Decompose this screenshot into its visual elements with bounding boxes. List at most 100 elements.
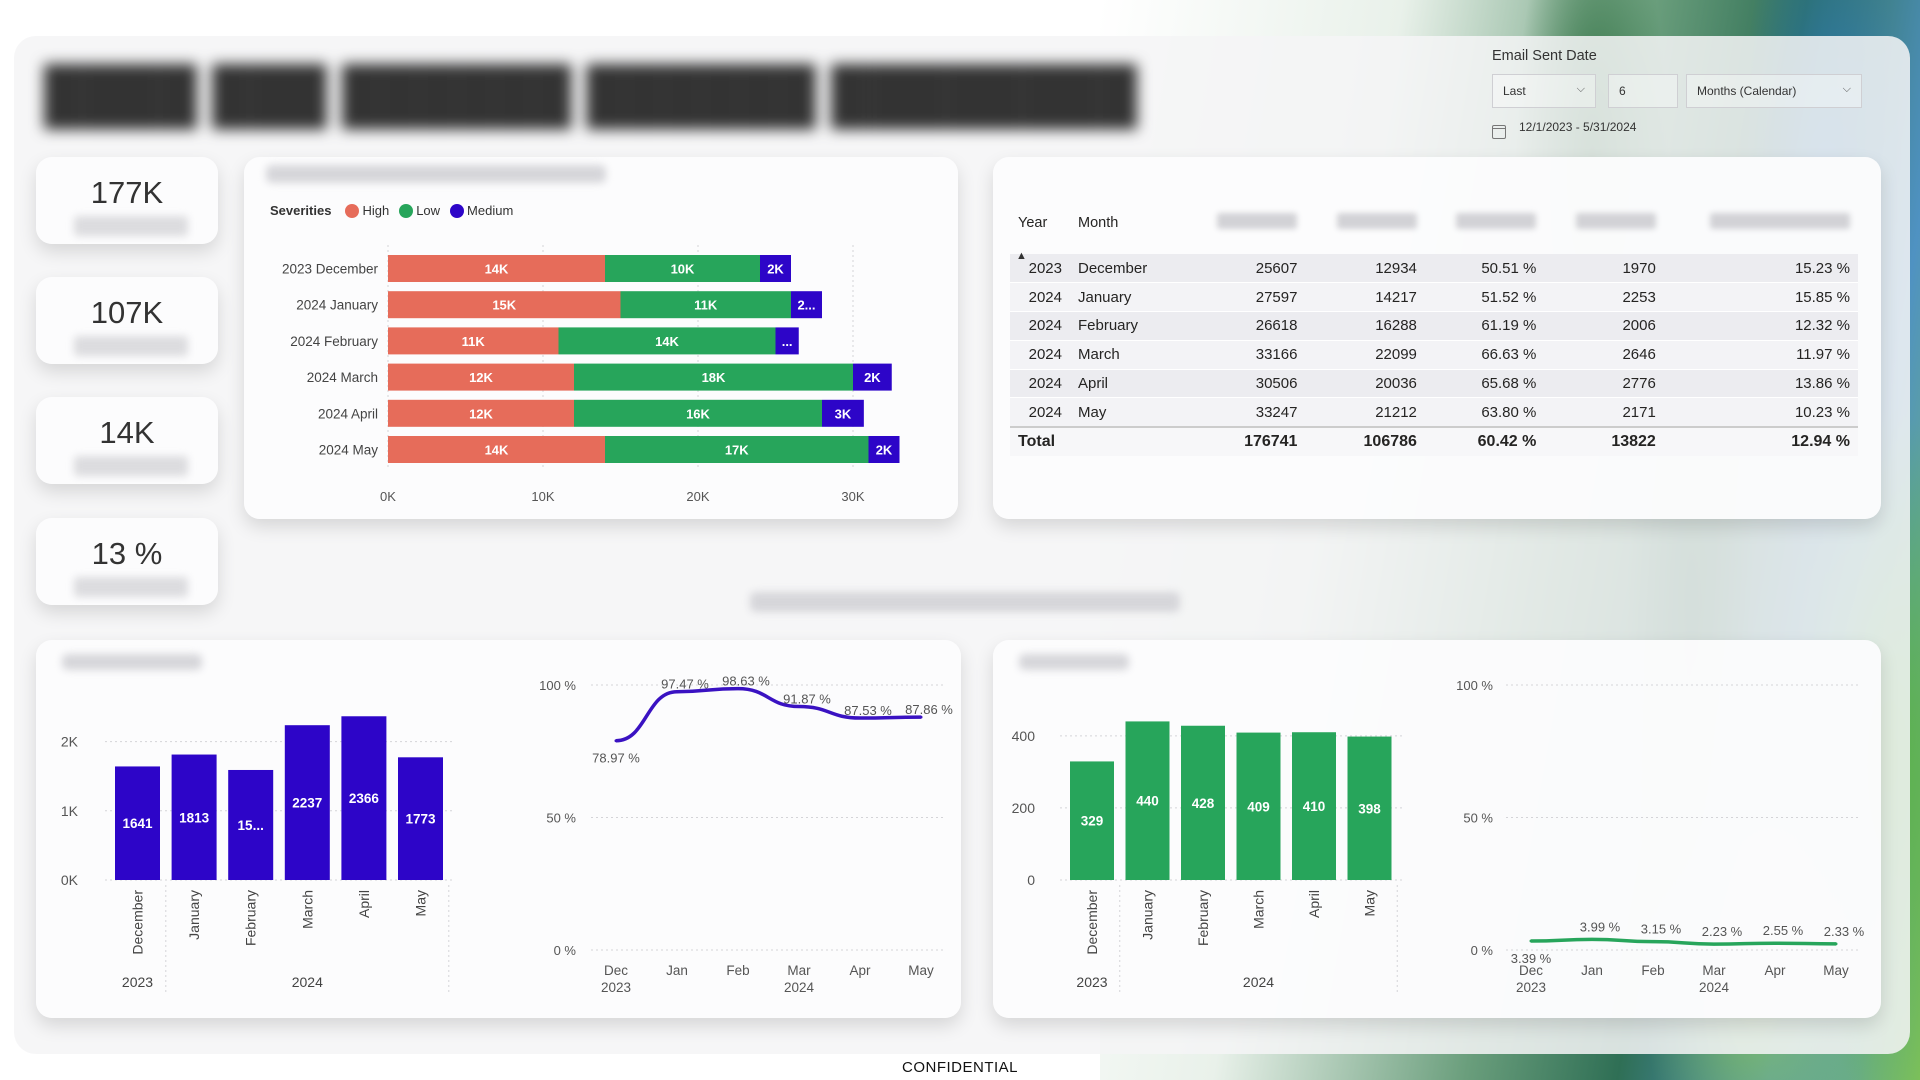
x-category-label: February (243, 890, 259, 946)
date-range-text: 12/1/2023 - 5/31/2024 (1519, 120, 1637, 134)
kpi-label-blurred (74, 456, 188, 476)
kpi-card[interactable]: 13 % (36, 518, 218, 605)
column-header-month[interactable]: Month (1070, 208, 1186, 238)
x-tick-label: May (1823, 963, 1849, 978)
monthly-rate-green-line-chart: 0 %50 %100 %3.39 %Dec20233.99 %Jan3.15 %… (1456, 678, 1865, 995)
legend-item-high[interactable]: High (341, 203, 389, 218)
table-row[interactable]: 2024 January 27597 14217 51.52 % 2253 15.85 % (1010, 282, 1858, 313)
chevron-down-icon: ⌵ (1576, 83, 1585, 95)
table-cell: 2171 (1544, 397, 1664, 428)
data-label: 97.47 % (661, 677, 709, 692)
dropdown-value: Months (Calendar) (1697, 84, 1797, 98)
data-label: 398 (1358, 801, 1381, 816)
kpi-value: 177K (90, 175, 164, 210)
table-cell: 65.68 % (1424, 369, 1545, 399)
table-cell: 2646 (1544, 340, 1664, 370)
table-cell: 33247 (1186, 397, 1306, 428)
legend-label: High (362, 203, 390, 218)
data-label: 15... (238, 818, 264, 833)
table-cell: 10.23 % (1663, 397, 1858, 428)
data-label: 91.87 % (783, 692, 831, 707)
legend-dot-low (399, 203, 414, 218)
data-label: 16K (686, 406, 710, 421)
date-slicer-title: Email Sent Date (1492, 48, 1597, 64)
table-cell: 13.86 % (1663, 369, 1858, 399)
data-label: 3.15 % (1641, 922, 1682, 937)
data-label: 98.63 % (722, 674, 770, 689)
sort-ascending-icon[interactable]: ▲ (1016, 250, 1027, 262)
summary-table: Year Month 2023 December 25607 12934 50.51 %… (1010, 208, 1858, 456)
table-row[interactable]: 2024 May 33247 21212 63.80 % 2171 10.23 % (1010, 397, 1858, 428)
table-cell: February (1070, 311, 1186, 341)
period-count-input[interactable]: 6 (1608, 74, 1678, 108)
legend-item-low[interactable]: Low (395, 203, 440, 218)
kpi-card[interactable]: 107K (36, 277, 218, 364)
data-label: ... (782, 334, 793, 349)
data-label: 18K (702, 370, 726, 385)
x-tick-label: Feb (1641, 963, 1664, 978)
y-category-label: 2023 December (282, 262, 379, 277)
x-year-label: 2023 (1516, 980, 1546, 995)
data-label: 1641 (122, 816, 153, 831)
table-row[interactable]: 2023 December 25607 12934 50.51 % 1970 15.23 % (1010, 254, 1858, 284)
x-category-label: December (130, 890, 146, 955)
data-label: 2366 (349, 791, 380, 806)
y-tick-label: 1K (61, 803, 79, 819)
table-cell: May (1070, 397, 1186, 428)
x-group-label: 2023 (122, 974, 153, 990)
data-point (1773, 941, 1777, 945)
column-header-blurred[interactable] (1305, 208, 1424, 238)
section-label-blurred (750, 592, 1180, 612)
table-row[interactable]: 2024 April 30506 20036 65.68 % 2776 13.86 % (1010, 369, 1858, 399)
table-cell: 12934 (1305, 254, 1425, 284)
x-tick-label: Apr (849, 963, 871, 978)
table-row[interactable]: 2024 March 33166 22099 66.63 % 2646 11.97 % (1010, 340, 1858, 370)
column-header-blurred[interactable] (1544, 208, 1663, 238)
x-group-label: 2024 (292, 974, 323, 990)
table-cell: 2006 (1544, 311, 1664, 341)
data-label: 2K (876, 443, 893, 458)
data-point (1590, 937, 1594, 941)
table-cell: 20036 (1305, 369, 1425, 399)
monthly-count-bar-chart: 0K 1K 2K 1641 December 1813 January 15... Februa… (61, 716, 455, 995)
relative-period-dropdown[interactable]: Last ⌵ (1492, 74, 1596, 108)
column-header-blurred[interactable] (1664, 208, 1858, 238)
data-label: 2.23 % (1702, 924, 1743, 939)
kpi-value: 107K (90, 295, 164, 330)
x-category-label: May (1362, 890, 1378, 916)
legend-title: Severities (270, 203, 332, 218)
kpi-value: 14K (99, 415, 155, 450)
table-total-cell: 12.94 % (1663, 425, 1858, 456)
table-row[interactable]: 2024 February 26618 16288 61.19 % 2006 12.32 % (1010, 311, 1858, 341)
period-unit-dropdown[interactable]: Months (Calendar) ⌵ (1686, 74, 1862, 108)
x-category-label: March (299, 890, 315, 929)
data-label: 11K (694, 298, 718, 313)
column-header-year[interactable]: Year (1010, 208, 1070, 238)
y-tick-label: 0 % (1471, 943, 1494, 958)
table-cell: 26618 (1186, 311, 1306, 341)
x-tick-label: Dec (1519, 963, 1543, 978)
table-cell: 66.63 % (1424, 340, 1545, 370)
kpi-card[interactable]: 14K (36, 397, 218, 484)
data-label: 440 (1136, 794, 1159, 809)
confidential-footer: CONFIDENTIAL (901, 1059, 1018, 1076)
x-tick-label: May (908, 963, 934, 978)
table-total-cell: 106786 (1305, 425, 1425, 456)
legend-item-medium[interactable]: Medium (446, 203, 513, 218)
report-title-blurred: ████ ███ ██████ ██████ ████████ (44, 65, 1137, 125)
x-year-label: 2024 (784, 980, 815, 995)
calendar-icon[interactable] (1492, 125, 1506, 139)
x-tick-label: 0K (380, 489, 396, 504)
table-total-row[interactable]: Total 176741 106786 60.42 % 13822 12.94 % (1010, 425, 1858, 456)
table-cell: December (1070, 254, 1186, 284)
table-cell: 2024 (1010, 311, 1070, 341)
column-header-blurred[interactable] (1425, 208, 1544, 238)
column-header-blurred[interactable] (1186, 208, 1305, 238)
kpi-card[interactable]: 177K (36, 157, 218, 244)
x-tick-label: Mar (787, 963, 811, 978)
legend-label: Low (416, 203, 441, 218)
data-label: 11K (462, 334, 486, 349)
y-tick-label: 0 (1027, 872, 1035, 888)
table-cell: 15.85 % (1663, 282, 1858, 313)
y-tick-label: 100 % (1456, 678, 1493, 693)
